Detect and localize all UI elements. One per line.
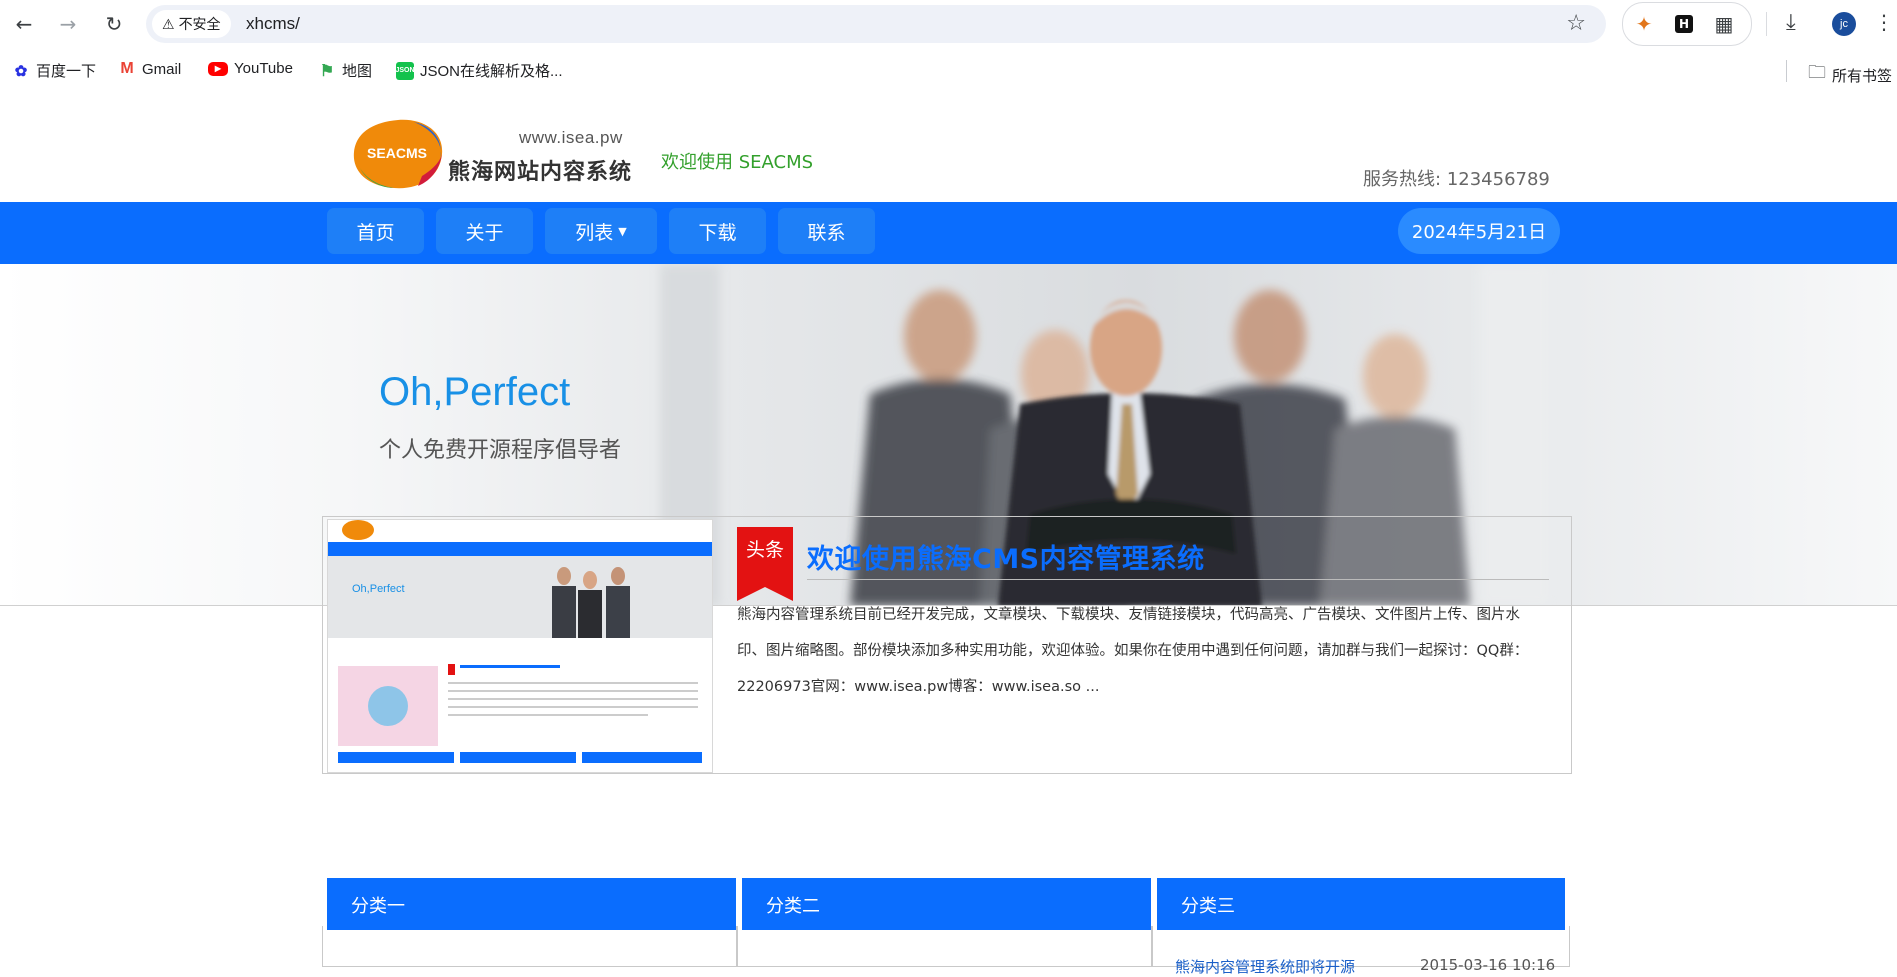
bookmark-baidu[interactable]: ✿ 百度一下: [12, 60, 96, 81]
nav-home[interactable]: 首页: [327, 208, 424, 254]
bookmarks-bar: ✿ 百度一下 M Gmail ▶ YouTube ⚑ 地图 JSON JSON在…: [0, 48, 1897, 94]
folder-icon: 🗀: [1808, 62, 1826, 82]
bookmark-json[interactable]: JSON JSON在线解析及格...: [395, 60, 563, 81]
maps-icon: ⚑: [319, 62, 335, 80]
address-bar[interactable]: ⚠ 不安全 xhcms/ ☆: [146, 5, 1606, 43]
category-header-3: 分类三: [1157, 878, 1565, 930]
toolbar-divider: [1766, 12, 1767, 36]
nav-label: 下载: [698, 221, 737, 244]
logo-name: 熊海网站内容系统: [448, 160, 633, 185]
nav-label: 列表: [575, 221, 614, 244]
baidu-icon: ✿: [14, 62, 28, 80]
h-extension-icon[interactable]: H: [1675, 15, 1693, 33]
date-badge: 2024年5月21日: [1398, 208, 1560, 254]
gmail-icon: M: [120, 60, 134, 77]
logo-badge: SEACMS: [367, 145, 427, 161]
security-chip[interactable]: ⚠ 不安全: [152, 10, 231, 38]
nav-list-dropdown[interactable]: 列表 ▼: [545, 208, 657, 254]
caret-down-icon: ▼: [618, 224, 627, 238]
forward-icon[interactable]: →: [54, 10, 82, 38]
site-header: SEACMS www.isea.pw 熊海网站内容系统 欢迎使用 SEACMS …: [0, 94, 1897, 202]
site-preview-image: Oh,Perfect: [328, 520, 712, 772]
bookmarks-divider: [1786, 60, 1787, 82]
extensions-puzzle-icon[interactable]: ▦: [1713, 12, 1735, 36]
headline-thumbnail[interactable]: Oh,Perfect: [327, 519, 713, 773]
category-title[interactable]: 分类三: [1181, 892, 1235, 918]
browser-toolbar: ← → ↻ ⚠ 不安全 xhcms/ ☆ ✦ H ▦ ⤓ jc ⋮: [0, 0, 1897, 48]
nav-download[interactable]: 下载: [669, 208, 766, 254]
extensions-group: ✦ H ▦: [1622, 2, 1752, 46]
youtube-icon: ▶: [208, 61, 228, 76]
bookmark-maps[interactable]: ⚑ 地图: [318, 60, 372, 81]
headline-divider: [807, 579, 1549, 580]
svg-text:Oh,Perfect: Oh,Perfect: [352, 583, 405, 595]
bookmark-label: YouTube: [234, 60, 293, 77]
category-title[interactable]: 分类二: [766, 892, 820, 918]
headline-body: 熊海内容管理系统目前已经开发完成，文章模块、下载模块、友情链接模块，代码高亮、广…: [737, 607, 1529, 695]
download-icon[interactable]: ⤓: [1786, 10, 1796, 35]
category-title[interactable]: 分类一: [351, 892, 405, 918]
logo-url: www.isea.pw: [519, 128, 623, 147]
metamask-fox-icon[interactable]: ✦: [1633, 12, 1655, 36]
category-article-time: 2015-03-16 10:16: [1420, 956, 1556, 974]
nav-about[interactable]: 关于: [436, 208, 533, 254]
category-article-link[interactable]: 熊海内容管理系统即将开源: [1175, 956, 1355, 977]
bookmark-label: Gmail: [142, 60, 182, 78]
nav-contact[interactable]: 联系: [778, 208, 875, 254]
warning-icon: ⚠: [162, 15, 175, 32]
security-label: 不安全: [178, 16, 221, 32]
menu-dots-icon[interactable]: ⋮: [1874, 10, 1894, 34]
bookmark-star-icon[interactable]: ☆: [1566, 11, 1586, 36]
json-icon: JSON: [395, 61, 415, 80]
bookmark-youtube[interactable]: ▶ YouTube: [208, 60, 293, 77]
headline-title[interactable]: 欢迎使用熊海CMS内容管理系统: [807, 537, 1205, 576]
banner-subtitle: 个人免费开源程序倡导者: [379, 438, 622, 463]
profile-avatar[interactable]: jc: [1832, 12, 1856, 36]
category-column-1: [322, 926, 737, 967]
nav-label: 关于: [465, 221, 504, 244]
nav-label: 首页: [356, 221, 395, 244]
bookmark-label: 地图: [342, 63, 373, 80]
category-header-1: 分类一: [327, 878, 736, 930]
hotline-number: 123456789: [1446, 169, 1550, 190]
all-bookmarks[interactable]: 🗀 所有书签: [1808, 60, 1892, 90]
hotline-label: 服务热线:: [1363, 169, 1442, 190]
url-text[interactable]: xhcms/: [246, 14, 300, 34]
headline-tag: 头条: [737, 527, 793, 601]
main-navbar: 首页 关于 列表 ▼ 下载 联系 2024年5月21日: [0, 202, 1897, 264]
bookmark-gmail[interactable]: M Gmail: [118, 60, 181, 78]
all-bookmarks-label: 所有书签: [1832, 67, 1893, 85]
seacms-logo[interactable]: SEACMS: [352, 118, 444, 190]
welcome-text: 欢迎使用 SEACMS: [661, 152, 814, 173]
bookmark-label: 百度一下: [36, 63, 97, 80]
nav-label: 联系: [807, 221, 846, 244]
headline-section: Oh,Perfect 头条 欢迎使用熊海CMS内容管理系统 熊海内容管理系统目前…: [322, 516, 1572, 774]
reload-icon[interactable]: ↻: [100, 10, 128, 38]
category-column-2: [737, 926, 1152, 967]
category-header-2: 分类二: [742, 878, 1151, 930]
service-hotline: 服务热线: 123456789: [1363, 165, 1550, 191]
bookmark-label: JSON在线解析及格...: [420, 63, 563, 80]
banner-title: Oh,Perfect: [379, 370, 571, 414]
back-icon[interactable]: ←: [10, 10, 38, 38]
